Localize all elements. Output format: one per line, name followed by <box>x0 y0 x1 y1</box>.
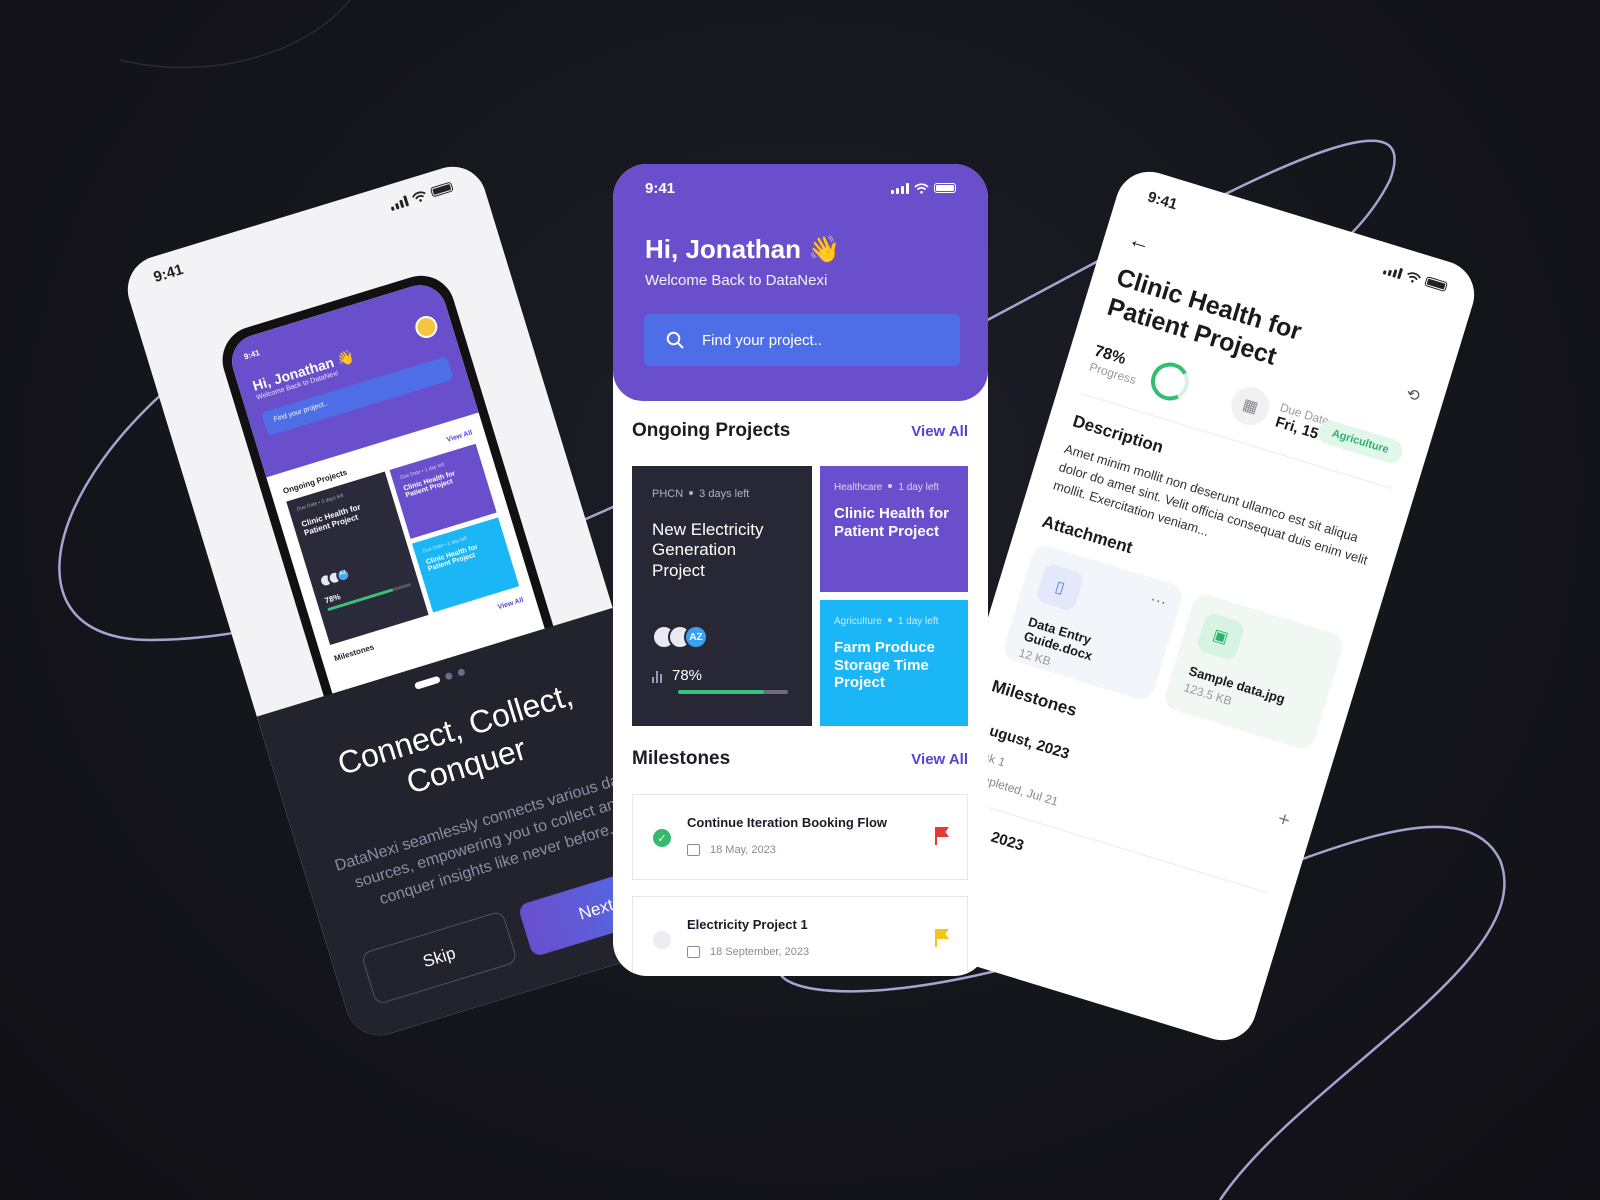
signal-icon <box>1382 263 1404 279</box>
search-icon <box>666 331 684 349</box>
check-icon[interactable]: ✓ <box>653 829 671 847</box>
progress-bar <box>678 690 788 695</box>
project-category: Healthcare <box>834 482 883 493</box>
progress-ring <box>1146 357 1194 406</box>
status-time: 9:41 <box>1145 187 1180 213</box>
calendar-icon: ▦ <box>1226 382 1275 430</box>
project-due: 1 day left <box>897 616 939 627</box>
view-all-milestones-link[interactable]: View All <box>911 751 968 768</box>
wifi-icon <box>914 182 929 194</box>
project-category: PHCN <box>652 488 684 500</box>
milestone-date: 18 September, 2023 <box>710 946 810 958</box>
project-card-farm[interactable]: Agriculture 1 day left Farm Produce Stora… <box>820 600 968 726</box>
milestone-item[interactable]: ✓ Continue Iteration Booking Flow 18 May… <box>632 794 968 880</box>
battery-icon <box>934 183 956 193</box>
project-title: Clinic Health for Patient Project <box>834 505 950 540</box>
battery-icon <box>429 181 454 198</box>
search-placeholder: Find your project.. <box>702 331 823 349</box>
wifi-icon <box>1407 271 1422 283</box>
team-avatars: AZ <box>652 625 792 650</box>
signal-icon <box>891 182 909 194</box>
status-time: 9:41 <box>151 260 186 286</box>
skip-button[interactable]: Skip <box>360 910 518 1006</box>
project-card-clinic[interactable]: Healthcare 1 day left Clinic Health for P… <box>820 466 968 592</box>
wifi-icon <box>411 190 426 202</box>
project-title: New Electricity Generation Project <box>652 520 764 580</box>
milestone-item[interactable]: Electricity Project 1 18 September, 2023 <box>632 896 968 976</box>
calendar-icon <box>687 946 700 958</box>
milestone-status: Completed, Jul 21 <box>963 766 1060 809</box>
back-arrow-icon[interactable]: ← <box>1125 226 1154 257</box>
flag-icon[interactable] <box>935 827 949 845</box>
view-all-projects-link[interactable]: View All <box>911 423 968 440</box>
calendar-icon <box>687 844 700 856</box>
ongoing-projects-title: Ongoing Projects <box>632 420 791 441</box>
avatar: AZ <box>684 625 708 650</box>
flag-icon[interactable] <box>935 929 949 947</box>
status-time: 9:41 <box>645 179 676 197</box>
status-bar: 9:41 <box>613 168 988 208</box>
project-due: 3 days left <box>699 488 750 500</box>
milestone-date: 18 May, 2023 <box>710 844 776 856</box>
battery-icon <box>1424 276 1449 293</box>
history-icon[interactable]: ⟲ <box>1404 384 1423 407</box>
signal-icon <box>389 194 409 211</box>
project-category: Agriculture <box>834 616 882 627</box>
chart-icon <box>652 669 662 683</box>
image-icon: ▣ <box>1195 611 1246 661</box>
project-card-electricity[interactable]: PHCN 3 days left New Electricity Generati… <box>632 466 812 726</box>
more-options-icon[interactable]: ··· <box>1148 590 1168 612</box>
project-title: Farm Produce Storage Time Project <box>834 639 935 692</box>
milestones-title: Milestones <box>632 748 731 769</box>
mini-milestones-title: Milestones <box>333 642 376 664</box>
add-icon[interactable]: + <box>1275 807 1293 832</box>
milestone-title: Continue Iteration Booking Flow <box>687 815 888 830</box>
milestone-title: Electricity Project 1 <box>687 917 808 932</box>
unchecked-circle-icon[interactable] <box>653 931 671 949</box>
home-screen: 9:41 Hi, Jonathan 👋 Welcome Back to Data… <box>613 164 988 976</box>
search-input[interactable]: Find your project.. <box>644 314 960 366</box>
document-icon: ▯ <box>1035 561 1086 612</box>
greeting: Hi, Jonathan 👋 <box>645 234 841 264</box>
progress-percent: 78% <box>672 667 703 685</box>
welcome-text: Welcome Back to DataNexi <box>645 272 828 289</box>
project-due: 1 day left <box>898 482 939 493</box>
home-header: 9:41 Hi, Jonathan 👋 Welcome Back to Data… <box>613 164 988 401</box>
mini-view-all: View All <box>445 429 474 444</box>
